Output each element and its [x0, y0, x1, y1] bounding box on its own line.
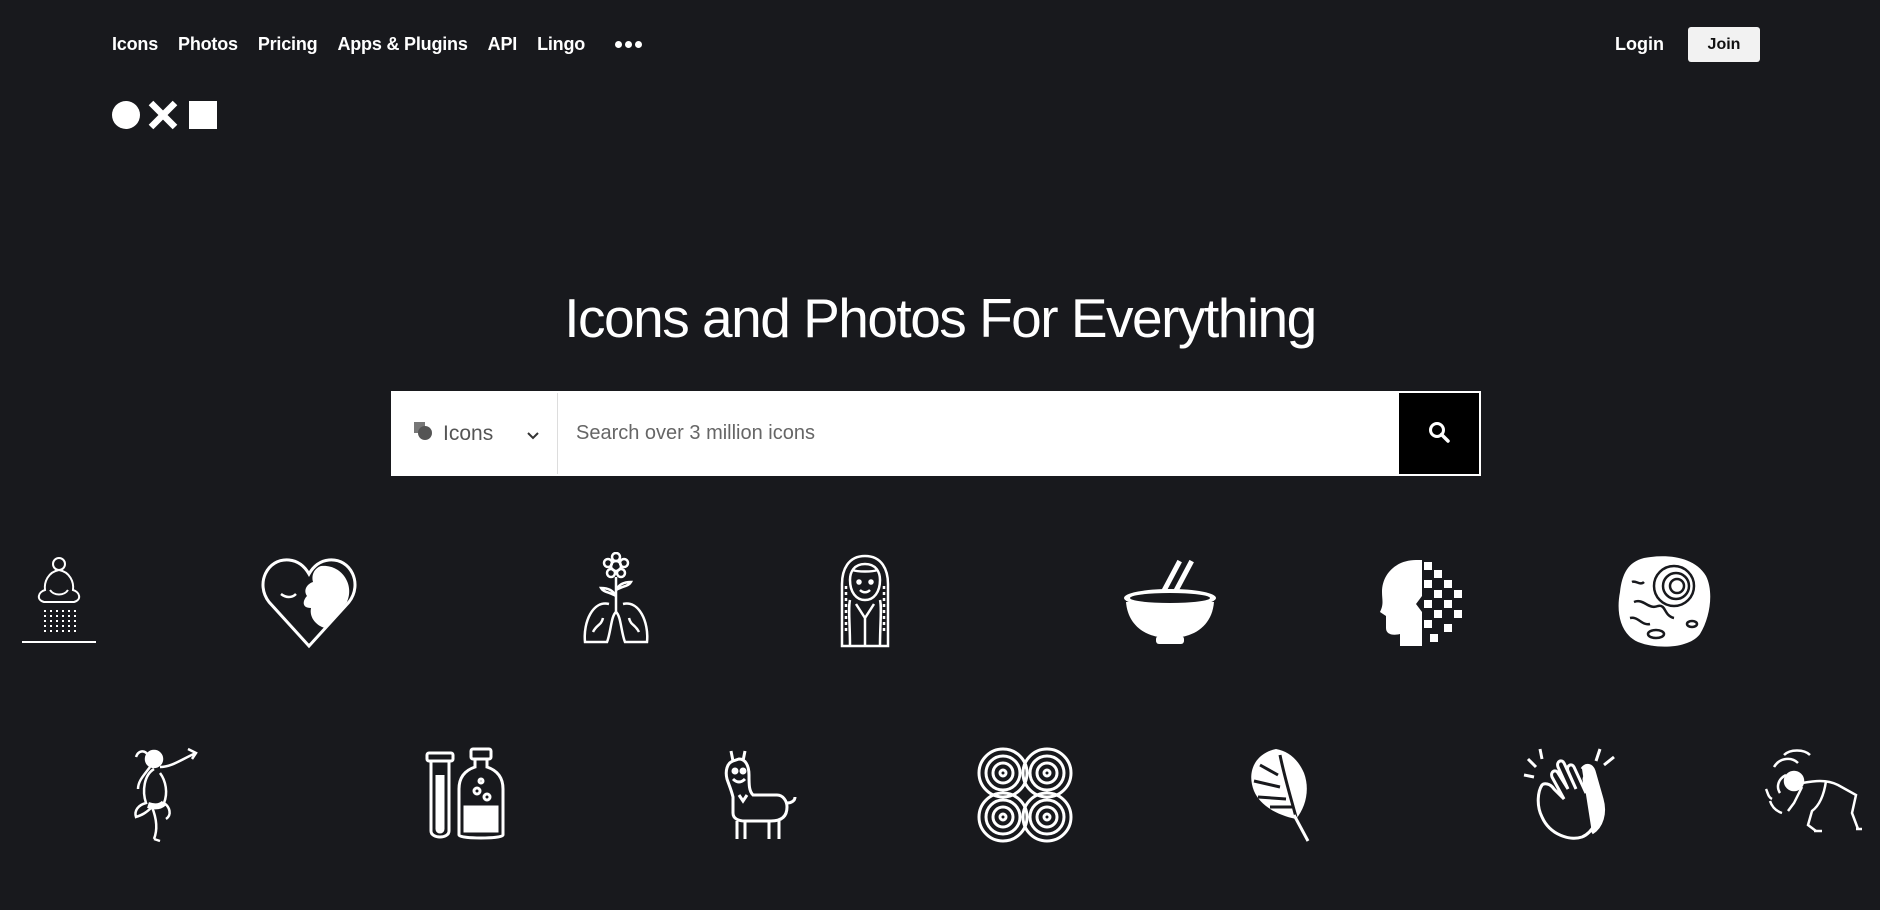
bowl-chopsticks-icon[interactable] [1120, 552, 1220, 652]
meditation-shower-icon[interactable] [9, 552, 109, 652]
chevron-down-icon [527, 422, 539, 446]
search-type-select[interactable]: Icons [393, 393, 558, 474]
nav-link-apps-plugins[interactable]: Apps & Plugins [337, 34, 467, 55]
icons-type-icon [413, 421, 433, 447]
monstera-leaf-icon[interactable] [1240, 745, 1340, 845]
featured-icons-row-2 [0, 745, 1880, 845]
page-title: Icons and Photos For Everything [564, 287, 1317, 349]
join-button[interactable]: Join [1688, 27, 1760, 62]
test-tube-bottle-icon[interactable] [413, 745, 513, 845]
clapping-hands-icon[interactable] [1520, 745, 1620, 845]
search-button[interactable] [1399, 393, 1479, 474]
llama-icon[interactable] [709, 745, 809, 845]
search-icon [1428, 421, 1450, 446]
noun-project-logo[interactable] [112, 100, 218, 135]
login-link[interactable]: Login [1615, 34, 1664, 55]
woman-braids-icon[interactable] [815, 552, 915, 652]
top-nav: Icons Photos Pricing Apps & Plugins API … [0, 0, 1880, 90]
nav-account: Login Join [1615, 27, 1760, 62]
spiral-pattern-icon[interactable] [975, 745, 1075, 845]
nav-link-api[interactable]: API [488, 34, 518, 55]
pixel-head-icon[interactable] [1370, 552, 1470, 652]
search-input[interactable] [558, 393, 1399, 474]
stretching-person-icon[interactable] [1764, 745, 1864, 845]
nav-links: Icons Photos Pricing Apps & Plugins API … [112, 34, 643, 55]
search-bar: Icons [391, 391, 1481, 476]
fossil-stone-icon[interactable] [1614, 552, 1714, 652]
nav-link-pricing[interactable]: Pricing [258, 34, 318, 55]
nav-link-photos[interactable]: Photos [178, 34, 238, 55]
nav-link-lingo[interactable]: Lingo [537, 34, 585, 55]
heart-face-icon[interactable] [259, 552, 359, 652]
dancing-woman-icon[interactable] [114, 745, 214, 845]
search-type-label: Icons [443, 421, 494, 445]
flower-lungs-icon[interactable] [566, 552, 666, 652]
nav-link-icons[interactable]: Icons [112, 34, 158, 55]
more-dots-icon[interactable] [615, 41, 643, 48]
featured-icons-row-1 [0, 552, 1880, 652]
